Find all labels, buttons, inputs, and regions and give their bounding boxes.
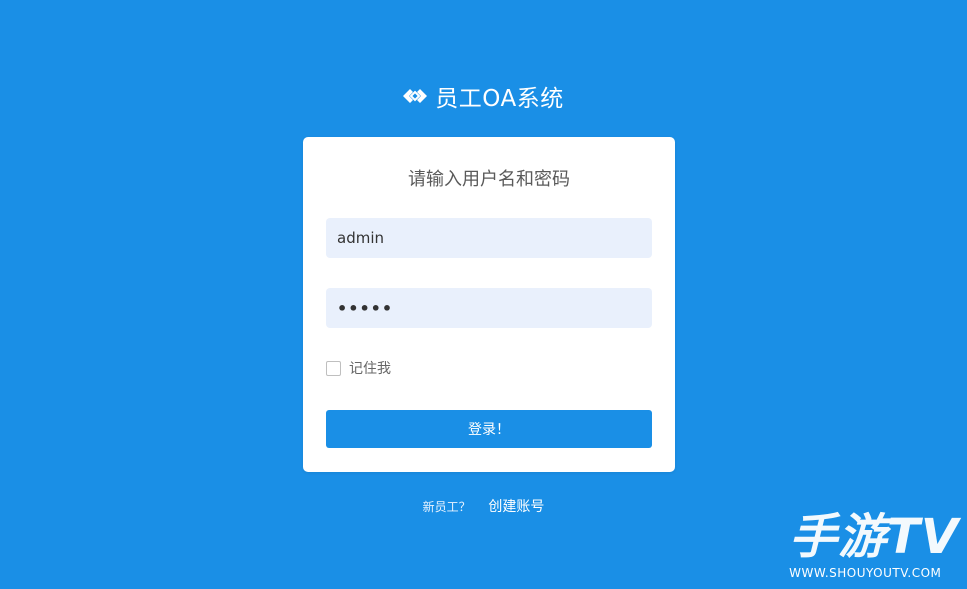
watermark-url: WWW.SHOUYOUTV.COM	[789, 566, 942, 580]
login-button[interactable]: 登录！	[326, 410, 652, 448]
remember-label: 记住我	[349, 361, 391, 377]
watermark-name: 手游TV	[789, 509, 959, 565]
app-title: 员工OA系统	[435, 86, 564, 112]
diamond-link-icon	[403, 87, 428, 105]
username-field[interactable]: admin	[326, 218, 652, 258]
watermark: 手游TV WWW.SHOUYOUTV.COM	[789, 509, 959, 581]
login-card: 请输入用户名和密码 admin ••••• 记住我 登录！	[303, 137, 675, 472]
login-heading: 请输入用户名和密码	[408, 169, 570, 190]
password-field[interactable]: •••••	[326, 288, 652, 328]
remember-me[interactable]: 记住我	[326, 359, 391, 377]
register-link[interactable]: 创建账号	[488, 499, 544, 515]
new-employee-text: 新员工？	[422, 500, 471, 514]
login-page: 员工OA系统 请输入用户名和密码 admin ••••• 记住我 登录！ 新员工…	[0, 0, 967, 589]
app-brand: 员工OA系统	[0, 78, 967, 114]
remember-checkbox[interactable]	[326, 360, 341, 376]
